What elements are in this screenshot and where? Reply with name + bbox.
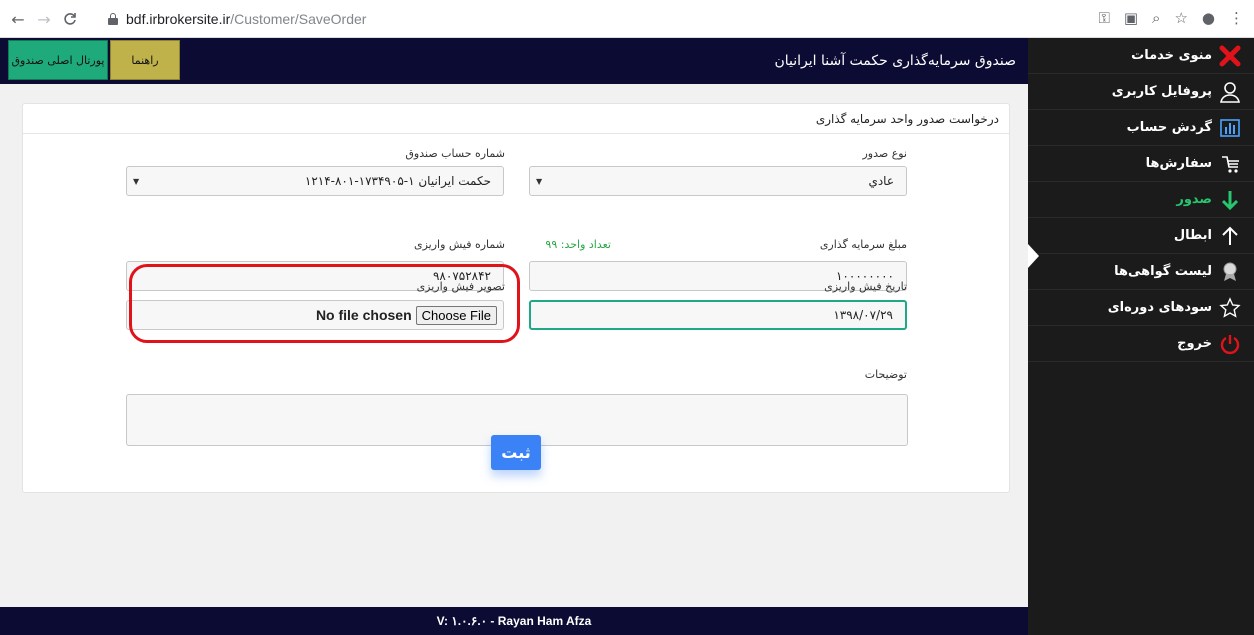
sidebar-item-profile[interactable]: پروفایل کاربری — [1028, 74, 1254, 110]
sidebar-item-account-turnover[interactable]: گردش حساب — [1028, 110, 1254, 146]
choose-file-button[interactable]: Choose File — [415, 305, 497, 325]
address-bar[interactable]: bdf.irbrokersite.ir/Customer/SaveOrder — [108, 7, 988, 31]
sidebar-item-orders[interactable]: سفارش‌ها — [1028, 146, 1254, 182]
fund-title: صندوق سرمایه‌گذاری حکمت آشنا ایرانیان — [774, 53, 1016, 69]
close-x-icon — [1218, 44, 1242, 68]
account-icon[interactable]: ● — [1202, 9, 1215, 27]
power-icon — [1218, 332, 1242, 356]
reload-icon[interactable] — [60, 9, 80, 29]
dropdown-arrow-icon: ▼ — [536, 177, 543, 186]
description-label: توضیحات — [864, 368, 907, 381]
card-title: درخواست صدور واحد سرمایه گذاری — [23, 104, 1009, 134]
sidebar-item-services-menu[interactable]: منوی خدمات — [1028, 38, 1254, 74]
url-host: bdf.irbrokersite.ir — [126, 11, 231, 27]
main-portal-button[interactable]: پورتال اصلی صندوق — [8, 40, 108, 80]
issue-type-select[interactable]: ▼ عادي — [529, 166, 907, 196]
key-icon[interactable]: ⚿ — [1098, 9, 1109, 27]
zoom-icon[interactable]: ⌕ — [1152, 9, 1160, 27]
arrow-up-icon — [1218, 224, 1242, 248]
lock-icon — [108, 13, 118, 25]
active-menu-pointer — [1028, 244, 1039, 268]
sidebar-item-issue[interactable]: صدور — [1028, 182, 1254, 218]
cart-icon — [1218, 152, 1242, 176]
browser-toolbar: ← → bdf.irbrokersite.ir/Customer/SaveOrd… — [0, 0, 1254, 38]
help-button[interactable]: راهنما — [110, 40, 180, 80]
arrow-down-icon — [1218, 188, 1242, 212]
receipt-number-label: شماره فیش واریزی — [413, 238, 505, 251]
receipt-image-file-input[interactable]: No file chosen Choose File — [126, 300, 504, 330]
fund-account-select[interactable]: ▼ ۱۲۱۴-۸۰۱-۱۷۳۴۹۰۵-۱ حکمت ایرانیان — [126, 166, 504, 196]
user-icon — [1218, 80, 1242, 104]
dropdown-arrow-icon: ▼ — [133, 177, 140, 186]
sidebar-item-periodic-profits[interactable]: سودهای دوره‌ای — [1028, 290, 1254, 326]
unit-count-note: تعداد واحد: ۹۹ — [545, 238, 611, 251]
url-path: /Customer/SaveOrder — [230, 11, 367, 27]
receipt-date-label: تاریخ فیش واریزی — [824, 280, 907, 293]
bar-chart-icon — [1218, 116, 1242, 140]
receipt-image-label: تصویر فیش واریزی — [416, 280, 505, 293]
app-header: پورتال اصلی صندوق راهنما صندوق سرمایه‌گذ… — [0, 38, 1028, 84]
version-footer: V: ۱.۰.۶.۰ - Rayan Ham Afza — [0, 607, 1028, 635]
bookmark-star-icon[interactable]: ☆ — [1174, 9, 1187, 27]
file-status-text: No file chosen — [315, 307, 412, 323]
star-icon — [1218, 296, 1242, 320]
menu-dots-icon[interactable]: ⋮ — [1229, 9, 1244, 27]
forward-arrow-icon[interactable]: → — [34, 9, 54, 29]
issue-request-card: درخواست صدور واحد سرمایه گذاری نوع صدور … — [22, 103, 1010, 493]
award-icon — [1218, 260, 1242, 284]
fund-account-label: شماره حساب صندوق — [405, 147, 505, 160]
submit-button[interactable]: ثبت — [491, 435, 541, 470]
sidebar-item-logout[interactable]: خروج — [1028, 326, 1254, 362]
back-arrow-icon[interactable]: ← — [8, 9, 28, 29]
issue-type-label: نوع صدور — [862, 147, 907, 160]
receipt-date-input[interactable]: ۱۳۹۸/۰۷/۲۹ — [529, 300, 907, 330]
translate-icon[interactable]: ▣ — [1124, 9, 1138, 27]
sidebar-menu: منوی خدمات پروفایل کاربری گردش حساب سفار… — [1028, 38, 1254, 635]
investment-amount-label: مبلغ سرمایه گذاری — [819, 238, 907, 251]
sidebar-item-redeem[interactable]: ابطال — [1028, 218, 1254, 254]
sidebar-item-certificates[interactable]: لیست گواهی‌ها — [1028, 254, 1254, 290]
